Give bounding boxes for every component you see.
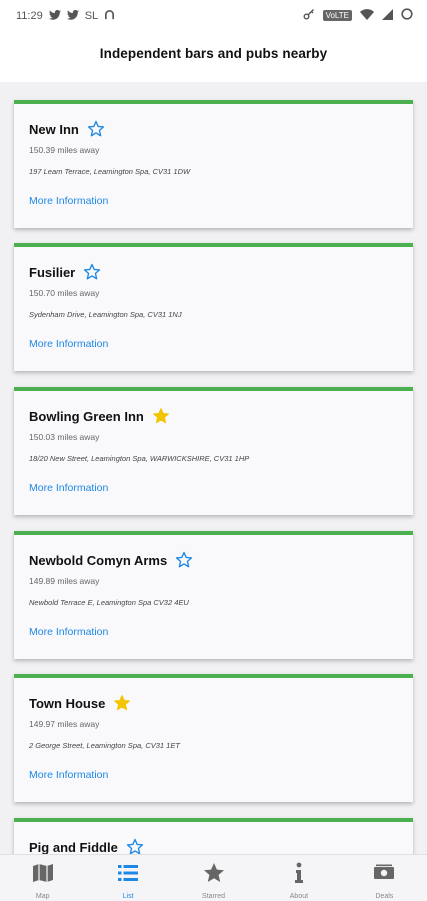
money-icon — [372, 861, 396, 890]
bottom-tab-bar: Map List Starred About Deals — [0, 854, 427, 901]
star-outline-icon[interactable] — [83, 263, 101, 281]
pub-distance: 150.39 miles away — [29, 145, 100, 155]
star-filled-icon[interactable] — [113, 694, 131, 712]
tab-label: Map — [35, 893, 50, 900]
pub-name: New Inn — [29, 121, 79, 137]
pub-name: Newbold Comyn Arms — [29, 552, 168, 568]
pub-address: Newbold Terrace E, Leamington Spa CV32 4… — [29, 598, 189, 607]
pub-name: Pig and Fiddle — [29, 839, 118, 855]
pub-name: Fusilier — [29, 264, 76, 280]
pub-distance: 149.97 miles away — [29, 719, 100, 729]
pub-card: Fusilier 150.70 miles away Sydenham Driv… — [14, 243, 413, 371]
tab-label: List — [122, 893, 134, 900]
tab-about[interactable]: About — [256, 855, 341, 901]
app-header: Independent bars and pubs nearby — [0, 32, 427, 82]
pub-address: 197 Leam Terrace, Leamington Spa, CV31 1… — [29, 167, 191, 176]
more-information-link[interactable]: More Information — [29, 626, 108, 638]
volte-badge: VoLTE — [322, 10, 352, 21]
tab-list[interactable]: List — [85, 855, 170, 901]
pub-distance: 150.70 miles away — [29, 288, 100, 298]
pub-distance: 149.89 miles away — [29, 576, 100, 586]
pub-address: Sydenham Drive, Leamington Spa, CV31 1NJ — [29, 310, 182, 319]
map-icon — [31, 861, 55, 890]
tab-deals[interactable]: Deals — [342, 855, 427, 901]
status-bar: 11:29 SL VoLTE — [0, 0, 427, 32]
twitter-icon — [66, 9, 79, 23]
star-outline-icon[interactable] — [175, 551, 193, 569]
pub-card: Newbold Comyn Arms 149.89 miles away New… — [14, 531, 413, 659]
tab-starred[interactable]: Starred — [171, 855, 256, 901]
pub-card: New Inn 150.39 miles away 197 Leam Terra… — [14, 100, 413, 228]
pub-name: Bowling Green Inn — [29, 408, 144, 424]
list-icon — [116, 861, 140, 890]
key-icon — [303, 8, 315, 23]
pub-list[interactable]: New Inn 150.39 miles away 197 Leam Terra… — [0, 82, 427, 854]
more-information-link[interactable]: More Information — [29, 338, 108, 350]
tab-label: Starred — [202, 893, 225, 900]
star-outline-icon[interactable] — [87, 120, 105, 138]
tab-label: About — [289, 893, 309, 900]
tab-map[interactable]: Map — [0, 855, 85, 901]
more-information-link[interactable]: More Information — [29, 769, 108, 781]
tab-label: Deals — [375, 893, 394, 900]
star-outline-icon[interactable] — [126, 838, 144, 854]
pub-address: 18/20 New Street, Leamington Spa, WARWIC… — [29, 454, 250, 463]
more-information-link[interactable]: More Information — [29, 482, 108, 494]
signal-icon — [382, 8, 393, 23]
page-title: Independent bars and pubs nearby — [99, 46, 328, 61]
more-information-link[interactable]: More Information — [29, 195, 108, 207]
twitter-icon — [48, 9, 61, 23]
pub-name: Town House — [29, 695, 106, 711]
star-filled-icon[interactable] — [152, 407, 170, 425]
battery-icon — [401, 8, 413, 23]
pub-card: Bowling Green Inn 150.03 miles away 18/2… — [14, 387, 413, 515]
pub-card: Pig and Fiddle — [14, 818, 413, 854]
status-time: 11:29 — [16, 10, 43, 22]
app-notification-icon — [104, 9, 115, 23]
star-icon — [202, 861, 226, 890]
carrier-label: SL — [84, 10, 99, 22]
info-icon — [287, 861, 311, 890]
pub-card: Town House 149.97 miles away 2 George St… — [14, 674, 413, 802]
pub-distance: 150.03 miles away — [29, 432, 100, 442]
pub-address: 2 George Street, Leamington Spa, CV31 1E… — [29, 741, 180, 750]
wifi-icon — [360, 8, 374, 23]
